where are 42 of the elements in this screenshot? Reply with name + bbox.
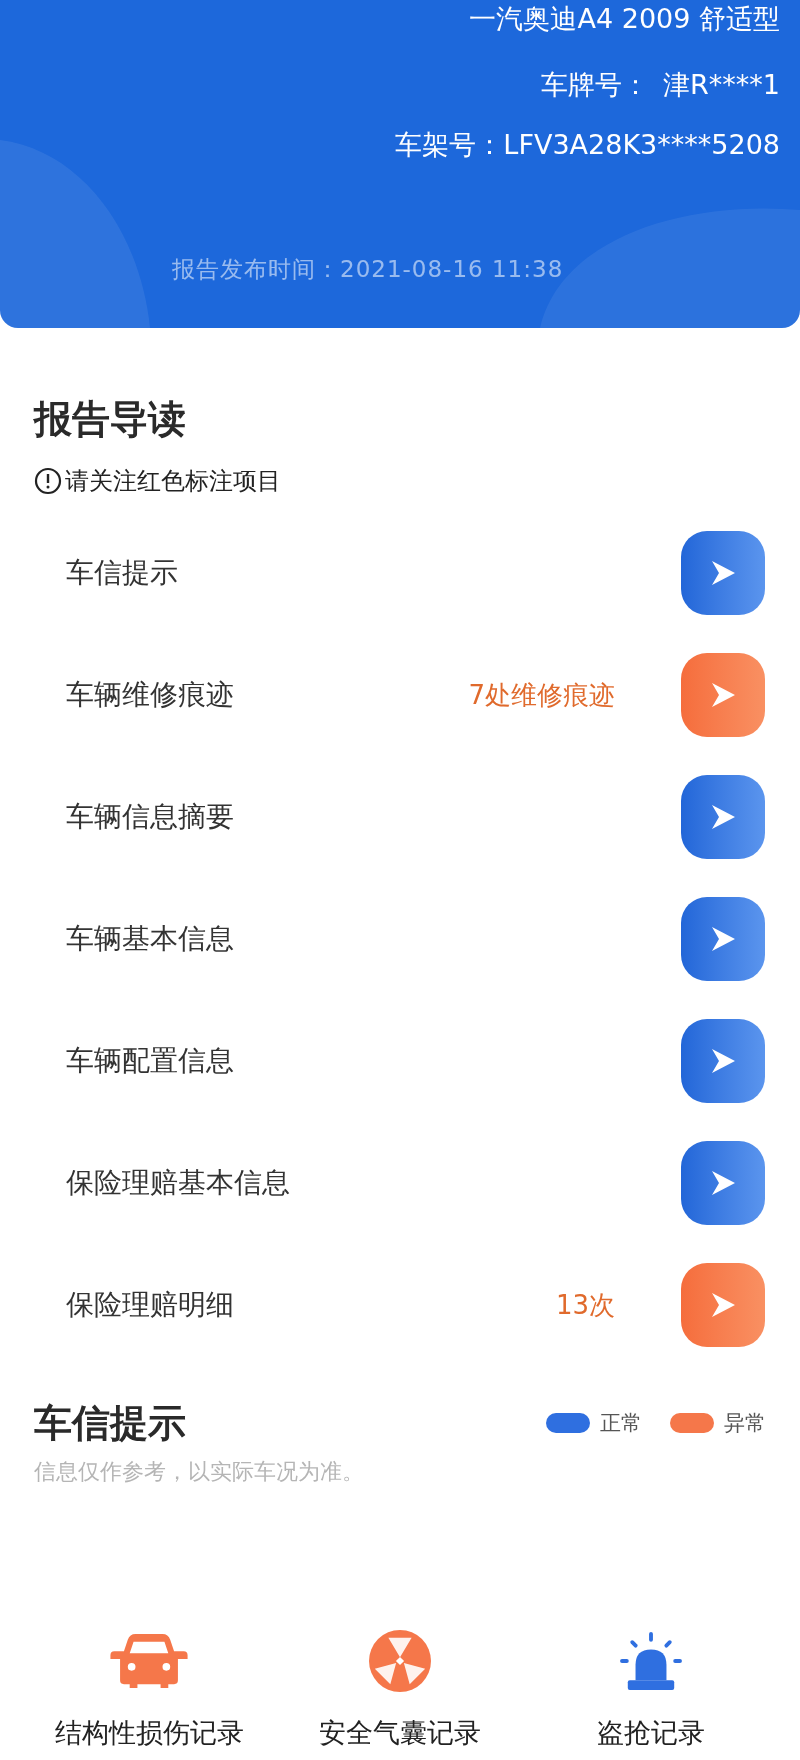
arrow-button[interactable] <box>681 1263 765 1347</box>
guide-row[interactable]: 车信提示 <box>34 512 766 634</box>
publish-time: 报告发布时间：2021-08-16 11:38 <box>172 255 564 284</box>
plate-label: 车牌号： <box>541 68 650 102</box>
vin-label: 车架号： <box>395 128 504 162</box>
row-detail: 13次 <box>555 1289 615 1321</box>
guide-row[interactable]: 保险理赔明细 13次 <box>34 1244 766 1366</box>
row-detail: 7处维修痕迹 <box>468 679 615 711</box>
arrow-button[interactable] <box>681 653 765 737</box>
row-label: 车辆配置信息 <box>66 1044 235 1078</box>
arrow-button[interactable] <box>681 775 765 859</box>
record-label[interactable]: 安全气囊记录 <box>319 1716 481 1750</box>
guide-row[interactable]: 保险理赔基本信息 <box>34 1122 766 1244</box>
disclaimer-text: 信息仅作参考，以实际车况为准。 <box>34 1458 365 1486</box>
guide-row[interactable]: 车辆信息摘要 <box>34 756 766 878</box>
section-title: 报告导读 <box>34 396 187 442</box>
guide-row[interactable]: 车辆维修痕迹 7处维修痕迹 <box>34 634 766 756</box>
arrow-button[interactable] <box>681 1019 765 1103</box>
row-label: 车辆基本信息 <box>66 922 235 956</box>
note-text: 请关注红色标注项目 <box>65 466 281 496</box>
car-model: 一汽奥迪A4 2009 舒适型 <box>469 2 780 36</box>
row-label: 车辆信息摘要 <box>66 800 235 834</box>
exclamation-icon <box>34 467 62 495</box>
legend-label: 正常 <box>600 1410 642 1436</box>
plate-number: 津R****1 <box>663 68 780 102</box>
legend-label: 异常 <box>724 1410 766 1436</box>
vin-number: LFV3A28K3****5208 <box>503 128 780 162</box>
car-icon <box>110 1634 189 1688</box>
guide-row[interactable]: 车辆基本信息 <box>34 878 766 1000</box>
row-label: 保险理赔基本信息 <box>66 1166 291 1200</box>
fan-icon <box>369 1630 431 1692</box>
row-label: 车信提示 <box>66 556 179 590</box>
siren-icon <box>619 1632 682 1690</box>
arrow-button[interactable] <box>681 1141 765 1225</box>
arrow-button[interactable] <box>681 897 765 981</box>
row-label: 保险理赔明细 <box>66 1288 235 1322</box>
guide-row[interactable]: 车辆配置信息 <box>34 1000 766 1122</box>
record-label[interactable]: 结构性损伤记录 <box>54 1716 244 1750</box>
section-title: 车信提示 <box>34 1400 187 1446</box>
arrow-button[interactable] <box>681 531 765 615</box>
record-label[interactable]: 盗抢记录 <box>596 1716 705 1750</box>
row-label: 车辆维修痕迹 <box>66 678 235 712</box>
